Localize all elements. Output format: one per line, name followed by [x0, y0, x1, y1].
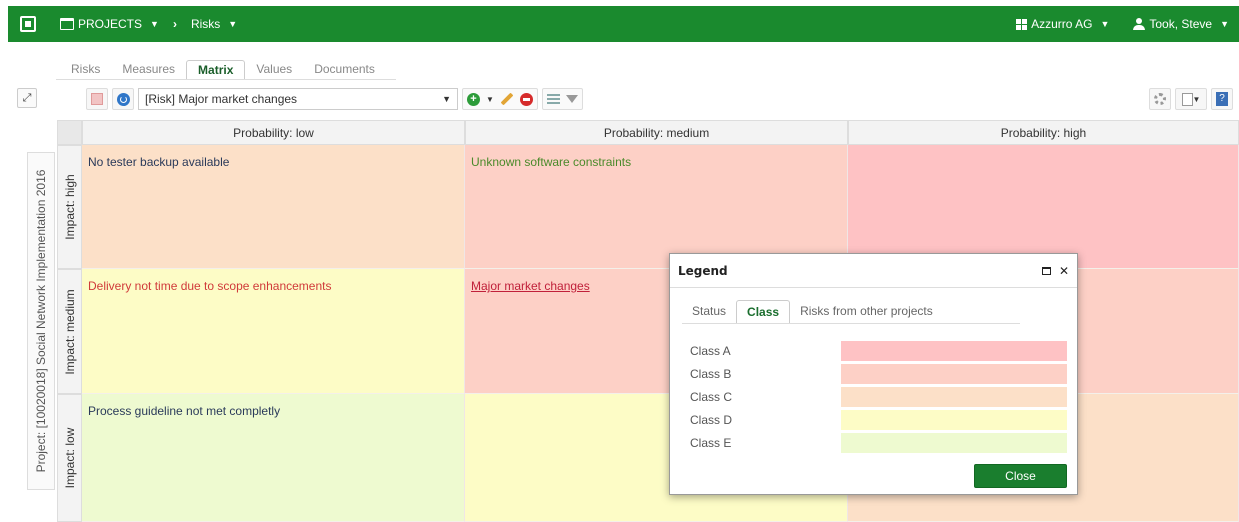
legend-swatch: [841, 410, 1067, 430]
refresh-icon: [116, 92, 130, 106]
project-label: Project: [10020018] Social Network Imple…: [34, 169, 48, 473]
toolbar: [Risk] Major market changes ▼ + ▼: [86, 88, 583, 110]
row-header-low-label: Impact: low: [62, 427, 77, 489]
tab-class[interactable]: Class: [736, 300, 791, 324]
refresh-button[interactable]: [112, 88, 134, 110]
tab-other-projects[interactable]: Risks from other projects: [790, 300, 943, 324]
legend-swatch: [841, 387, 1067, 407]
org-grid-icon: [1016, 18, 1028, 30]
legend-label: Class D: [690, 413, 733, 427]
delete-icon[interactable]: [519, 92, 533, 106]
document-icon: [1181, 92, 1193, 106]
help-icon: ?: [1216, 92, 1228, 106]
gear-icon: [1154, 93, 1166, 105]
toolbar-right: ▼ ?: [1149, 88, 1233, 110]
legend-tabs: Status Class Risks from other projects: [682, 300, 943, 324]
close-button[interactable]: Close: [974, 464, 1067, 488]
user-menu[interactable]: Took, Steve ▼: [1133, 17, 1229, 31]
export-button[interactable]: ▼: [1175, 88, 1207, 110]
projects-menu[interactable]: PROJECTS ▼: [60, 17, 159, 31]
user-icon: [1133, 18, 1146, 30]
main-tabs: Risks Measures Matrix Values Documents: [60, 60, 386, 80]
matrix-corner: [57, 120, 82, 145]
column-header-medium: Probability: medium: [465, 120, 848, 145]
column-header-low: Probability: low: [82, 120, 465, 145]
legend-tabs-divider: [682, 323, 1020, 324]
save-icon: [91, 93, 103, 105]
caret-down-icon: ▼: [1100, 19, 1110, 29]
caret-down-icon: ▼: [442, 94, 451, 104]
matrix-cell[interactable]: Process guideline not met completly: [82, 394, 465, 522]
tabs-divider: [56, 79, 396, 80]
company-menu[interactable]: Azzurro AG ▼: [1016, 17, 1109, 31]
legend-swatch: [841, 364, 1067, 384]
list-view-icon[interactable]: [546, 93, 560, 105]
project-side-label: Project: [10020018] Social Network Imple…: [27, 152, 55, 490]
app-logo-icon[interactable]: [20, 16, 36, 32]
caret-down-icon: ▼: [150, 19, 159, 29]
row-header-high-label: Impact: high: [62, 174, 77, 240]
caret-down-icon: ▼: [228, 19, 238, 29]
caret-down-icon: ▼: [1220, 19, 1229, 29]
view-group: [541, 88, 583, 110]
legend-row: Class A: [690, 341, 1068, 361]
filter-icon[interactable]: [565, 95, 578, 103]
tab-values[interactable]: Values: [245, 60, 303, 80]
breadcrumb: PROJECTS ▼ › Risks ▼: [60, 17, 237, 31]
column-header-high: Probability: high: [848, 120, 1239, 145]
risk-item[interactable]: No tester backup available: [88, 155, 458, 169]
close-icon[interactable]: ✕: [1059, 264, 1069, 278]
projects-menu-label: PROJECTS: [78, 17, 143, 31]
risks-menu-label: Risks: [190, 17, 221, 31]
legend-row: Class C: [690, 387, 1068, 407]
risk-item[interactable]: Delivery not time due to scope enhanceme…: [88, 279, 458, 293]
matrix-cell[interactable]: [848, 145, 1239, 269]
legend-dialog: Legend ✕ Status Class Risks from other p…: [669, 253, 1078, 495]
save-button[interactable]: [86, 88, 108, 110]
row-header-medium: Impact: medium: [57, 269, 82, 394]
top-navbar: PROJECTS ▼ › Risks ▼ Azzurro AG ▼ Took, …: [8, 6, 1239, 42]
dialog-title: Legend: [678, 263, 728, 278]
add-risk-icon[interactable]: +: [467, 92, 480, 106]
row-header-high: Impact: high: [57, 145, 82, 269]
matrix-cell[interactable]: Unknown software constraints: [465, 145, 848, 269]
edit-pencil-icon[interactable]: [500, 92, 514, 106]
action-group: + ▼: [462, 88, 538, 110]
risk-item[interactable]: Process guideline not met completly: [88, 404, 458, 418]
caret-down-icon: ▼: [1192, 94, 1201, 104]
row-header-medium-label: Impact: medium: [62, 288, 77, 375]
matrix-cell[interactable]: Delivery not time due to scope enhanceme…: [82, 269, 465, 394]
legend-row: Class E: [690, 433, 1068, 453]
legend-label: Class E: [690, 436, 732, 450]
settings-button[interactable]: [1149, 88, 1171, 110]
add-dropdown-caret-icon[interactable]: ▼: [486, 95, 494, 104]
legend-row: Class B: [690, 364, 1068, 384]
legend-label: Class B: [690, 367, 732, 381]
risks-menu[interactable]: Risks ▼: [191, 17, 237, 31]
tab-documents[interactable]: Documents: [303, 60, 386, 80]
tab-status[interactable]: Status: [682, 300, 736, 324]
tab-matrix[interactable]: Matrix: [186, 60, 246, 80]
risk-select-value: [Risk] Major market changes: [145, 92, 298, 106]
tab-risks[interactable]: Risks: [60, 60, 111, 80]
row-header-low: Impact: low: [57, 394, 82, 522]
legend-row: Class D: [690, 410, 1068, 430]
user-label: Took, Steve: [1149, 17, 1213, 31]
maximize-icon[interactable]: [1041, 266, 1051, 275]
legend-swatch: [841, 341, 1067, 361]
chevron-right-icon: ›: [172, 17, 177, 31]
legend-label: Class A: [690, 344, 731, 358]
calendar-icon: [60, 18, 74, 30]
dialog-header: Legend ✕: [670, 254, 1077, 288]
help-button[interactable]: ?: [1211, 88, 1233, 110]
risk-item[interactable]: Unknown software constraints: [471, 155, 841, 169]
company-label: Azzurro AG: [1031, 17, 1093, 31]
tab-measures[interactable]: Measures: [111, 60, 186, 80]
expand-icon: ⤢: [22, 91, 32, 104]
matrix-cell[interactable]: No tester backup available: [82, 145, 465, 269]
legend-swatch: [841, 433, 1067, 453]
risk-select[interactable]: [Risk] Major market changes ▼: [138, 88, 458, 110]
legend-label: Class C: [690, 390, 733, 404]
expand-button[interactable]: ⤢: [17, 88, 37, 108]
